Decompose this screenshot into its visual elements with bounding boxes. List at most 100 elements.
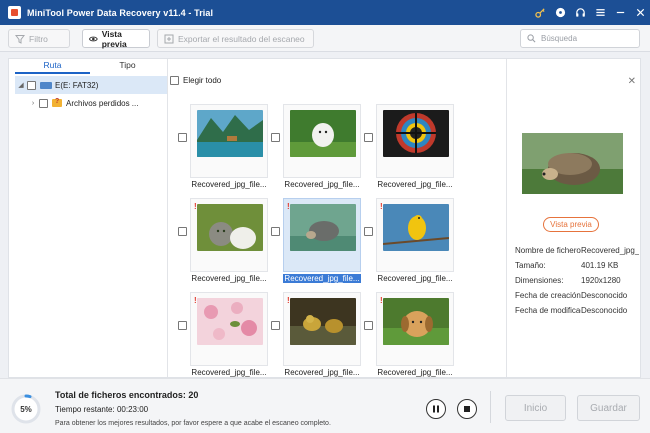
lost-files-label: Archivos perdidos ... (66, 98, 139, 108)
file-checkbox[interactable] (178, 321, 187, 330)
collapse-arrow-icon[interactable]: ◢ (15, 81, 27, 89)
search-input[interactable]: Búsqueda (520, 29, 640, 48)
filter-button[interactable]: Filtro (8, 29, 70, 48)
prop-row: Dimensiones: 1920x1280 (515, 273, 639, 288)
filter-label: Filtro (29, 33, 48, 44)
tree-item-drive[interactable]: ◢ E(E: FAT32) (15, 76, 167, 94)
file-thumbnail-card[interactable] (283, 104, 361, 178)
file-thumbnail-card[interactable] (190, 104, 268, 178)
tab-type[interactable]: Tipo (90, 59, 165, 74)
disc-icon[interactable] (550, 0, 570, 25)
file-thumbnail (383, 110, 449, 157)
tab-path[interactable]: Ruta (15, 59, 90, 74)
bottom-separator (490, 391, 491, 423)
headphones-icon[interactable] (570, 0, 590, 25)
file-checkbox[interactable] (364, 133, 373, 142)
drive-label: E(E: FAT32) (55, 80, 99, 90)
menu-icon[interactable] (590, 0, 610, 25)
export-scan-button[interactable]: Exportar el resultado del escaneo (157, 29, 314, 48)
pause-button[interactable] (426, 399, 446, 419)
file-thumbnail (197, 204, 263, 251)
file-thumbnail-card[interactable]: ! (190, 292, 268, 366)
file-thumbnail-card[interactable]: ! (190, 198, 268, 272)
search-icon (527, 34, 536, 43)
minimize-icon[interactable] (610, 0, 630, 25)
file-name: Recovered_jpg_file... (283, 274, 361, 283)
close-preview-icon[interactable]: ✕ (628, 76, 636, 87)
prop-value: 1920x1280 (581, 276, 621, 285)
files-found-count: 20 (188, 390, 199, 400)
stop-icon (464, 406, 470, 412)
file-item[interactable]: ! Recovered_jpg_file... (271, 198, 361, 283)
preview-image (522, 133, 623, 194)
filter-icon (15, 34, 25, 44)
file-thumbnail-card[interactable]: ! (283, 198, 361, 272)
search-placeholder: Búsqueda (541, 34, 578, 43)
preview-pane: ✕ Vista previa Nombre de fichero Recovere… (507, 59, 641, 377)
folder-tree: ◢ E(E: FAT32) › Archivos perdidos ... (15, 76, 167, 112)
file-item[interactable]: Recovered_jpg_file... (271, 104, 361, 189)
file-thumbnail-card[interactable] (376, 104, 454, 178)
file-checkbox[interactable] (364, 321, 373, 330)
preview-file-button[interactable]: Vista previa (543, 217, 599, 232)
file-checkbox[interactable] (364, 227, 373, 236)
prop-value: Desconocido (581, 306, 628, 315)
time-remaining-value: 00:23:00 (116, 405, 149, 414)
key-icon[interactable] (530, 0, 550, 25)
toolbar: Filtro Vista previa Exportar el resultad… (0, 25, 650, 52)
file-thumbnail (197, 110, 263, 157)
lost-files-checkbox[interactable] (39, 98, 48, 108)
file-name: Recovered_jpg_file... (191, 368, 267, 377)
file-name: Recovered_jpg_file... (191, 274, 267, 283)
view-tabs: Ruta Tipo (15, 59, 165, 74)
file-item[interactable]: ! Recovered_jpg_file... (364, 292, 454, 377)
files-found: Total de ficheros encontrados: 20 (55, 390, 198, 400)
time-remaining-label: Tiempo restante: (55, 405, 115, 414)
preview-button[interactable]: Vista previa (82, 29, 150, 49)
title-bar: MiniTool Power Data Recovery v11.4 - Tri… (0, 0, 650, 25)
prop-row: Fecha de creación Desconocido (515, 288, 639, 303)
save-button[interactable]: Guardar (577, 395, 640, 421)
file-checkbox[interactable] (178, 133, 187, 142)
prop-key: Tamaño: (515, 261, 546, 270)
drive-checkbox[interactable] (27, 80, 36, 90)
file-name: Recovered_jpg_file... (377, 274, 453, 283)
select-all[interactable]: Elegir todo (170, 76, 221, 85)
drive-icon (40, 81, 52, 89)
file-thumbnail-card[interactable]: ! (283, 292, 361, 366)
file-thumbnail (290, 298, 356, 345)
app-logo-icon (8, 6, 21, 19)
stop-button[interactable] (457, 399, 477, 419)
select-all-checkbox[interactable] (170, 76, 179, 85)
status-bar: 5% Total de ficheros encontrados: 20 Tie… (0, 378, 650, 433)
file-checkbox[interactable] (178, 227, 187, 236)
prop-key: Nombre de fichero (515, 246, 581, 255)
export-label: Exportar el resultado del escaneo (178, 33, 305, 44)
prop-key: Fecha de creación (515, 291, 581, 300)
expand-arrow-icon[interactable]: › (27, 100, 39, 107)
file-name: Recovered_jpg_file... (377, 368, 453, 377)
file-checkbox[interactable] (271, 227, 280, 236)
file-item[interactable]: ! Recovered_jpg_file... (364, 198, 454, 283)
prop-value: Desconocido (581, 291, 628, 300)
eye-icon (89, 36, 98, 41)
file-name: Recovered_jpg_file... (284, 180, 360, 189)
file-thumbnail-card[interactable]: ! (376, 198, 454, 272)
file-item[interactable]: ! Recovered_jpg_file... (271, 292, 361, 377)
time-remaining: Tiempo restante: 00:23:00 (55, 405, 148, 414)
prop-row: Nombre de fichero Recovered_jpg_fi (515, 243, 639, 258)
file-checkbox[interactable] (271, 321, 280, 330)
file-item[interactable]: Recovered_jpg_file... (364, 104, 454, 189)
file-item[interactable]: Recovered_jpg_file... (178, 104, 268, 189)
main-panel: Ruta Tipo ◢ E(E: FAT32) › Archivos perdi… (8, 58, 641, 378)
file-thumbnail-card[interactable]: ! (376, 292, 454, 366)
close-icon[interactable] (630, 0, 650, 25)
pause-icon (433, 405, 439, 413)
file-item[interactable]: ! Recovered_jpg_file... (178, 198, 268, 283)
tree-item-lost-files[interactable]: › Archivos perdidos ... (15, 94, 167, 112)
prop-value: 401.19 KB (581, 261, 619, 270)
home-button[interactable]: Inicio (505, 395, 566, 421)
file-checkbox[interactable] (271, 133, 280, 142)
window-title: MiniTool Power Data Recovery v11.4 - Tri… (27, 7, 214, 18)
file-item[interactable]: ! Recovered_jpg_file... (178, 292, 268, 377)
